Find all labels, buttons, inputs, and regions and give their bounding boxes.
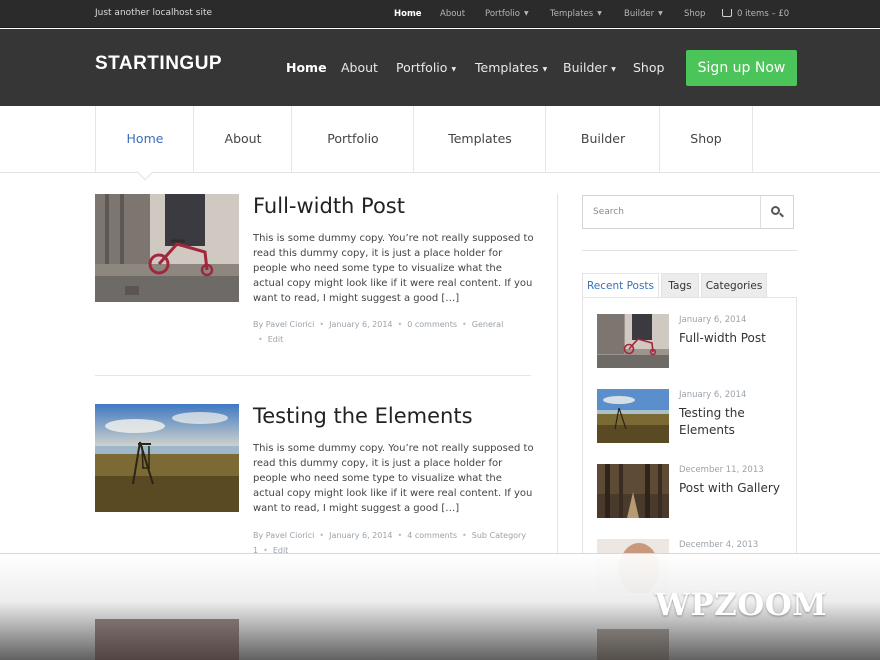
post-date[interactable]: January 6, 2014 <box>329 531 392 540</box>
recent-post-thumbnail[interactable] <box>597 389 669 443</box>
cart-link[interactable]: 0 items – £0 <box>722 9 789 19</box>
top-nav-portfolio-label: Portfolio <box>485 9 520 19</box>
secondary-menu: Home About Portfolio Templates Builder S… <box>0 106 880 173</box>
recent-post-title[interactable]: Full-width Post <box>679 330 789 347</box>
post-meta: By Pavel Ciorici • January 6, 2014 • 0 comme… <box>253 317 535 347</box>
post-excerpt: This is some dummy copy. You’re not real… <box>253 443 534 514</box>
tricycle-image <box>95 194 239 302</box>
signup-button[interactable]: Sign up Now <box>686 50 797 86</box>
tab-categories[interactable]: Categories <box>701 273 767 298</box>
recent-post-date: December 11, 2013 <box>679 465 764 475</box>
main-nav-home[interactable]: Home <box>286 60 327 75</box>
main-nav-builder-label: Builder <box>563 60 608 75</box>
recent-post-thumbnail[interactable] <box>597 314 669 368</box>
secondary-menu-templates[interactable]: Templates <box>413 106 546 172</box>
recent-post-title[interactable]: Testing the Elements <box>679 405 789 439</box>
search-icon-handle <box>779 212 784 218</box>
lakeside-image <box>597 389 669 443</box>
recent-post-thumbnail[interactable] <box>597 464 669 518</box>
caret-down-icon: ▼ <box>451 66 457 73</box>
recent-post-date: January 6, 2014 <box>679 315 747 325</box>
secondary-menu-shop[interactable]: Shop <box>659 106 753 172</box>
faded-thumbnail <box>597 629 669 660</box>
post-title[interactable]: Testing the Elements <box>253 404 473 428</box>
sidebar-divider <box>582 250 797 251</box>
caret-down-icon: ▼ <box>611 66 616 73</box>
caret-down-icon: ▼ <box>597 10 602 17</box>
top-nav-templates[interactable]: Templates ▼ <box>550 9 602 19</box>
tab-recent-posts[interactable]: Recent Posts <box>582 273 659 298</box>
main-nav-templates-label: Templates <box>475 60 539 75</box>
recent-post-title[interactable]: Post with Gallery <box>679 480 789 497</box>
content-sidebar-divider <box>557 194 558 594</box>
search-input[interactable] <box>583 196 761 228</box>
wpzoom-watermark: WPZOOM <box>655 587 828 623</box>
main-nav-builder[interactable]: Builder ▼ <box>563 60 616 75</box>
separator-dot: • <box>397 320 403 329</box>
separator-dot: • <box>258 335 263 344</box>
secondary-menu-about[interactable]: About <box>193 106 292 172</box>
top-nav-shop[interactable]: Shop <box>684 9 705 19</box>
separator-dot: • <box>462 320 467 329</box>
main-nav-portfolio-label: Portfolio <box>396 60 448 75</box>
top-nav-home[interactable]: Home <box>394 9 422 19</box>
post-title[interactable]: Full-width Post <box>253 194 405 218</box>
top-nav-templates-label: Templates <box>550 9 594 19</box>
caret-down-icon: ▼ <box>658 10 663 17</box>
post-comments[interactable]: 0 comments <box>407 320 457 329</box>
cart-icon <box>722 9 732 17</box>
main-nav-about[interactable]: About <box>341 60 378 75</box>
faded-thumbnail <box>95 619 239 660</box>
post-excerpt: This is some dummy copy. You’re not real… <box>253 233 534 304</box>
secondary-menu-builder[interactable]: Builder <box>545 106 660 172</box>
cart-summary: 0 items – £0 <box>737 9 790 19</box>
post-divider <box>95 375 531 376</box>
secondary-menu-portfolio[interactable]: Portfolio <box>291 106 414 172</box>
caret-down-icon: ▼ <box>523 10 529 17</box>
lakeside-image <box>95 404 239 512</box>
top-utility-bar: Just another localhost site Home About P… <box>0 0 880 28</box>
search-button[interactable] <box>760 196 793 228</box>
main-nav-templates[interactable]: Templates ▼ <box>475 60 547 75</box>
separator-dot: • <box>319 531 325 540</box>
site-tagline: Just another localhost site <box>95 8 213 18</box>
post-author[interactable]: By Pavel Ciorici <box>253 531 314 540</box>
post-author[interactable]: By Pavel Ciorici <box>253 320 314 329</box>
post-thumbnail[interactable] <box>95 404 239 512</box>
post-thumbnail[interactable] <box>95 194 239 302</box>
separator-dot: • <box>397 531 403 540</box>
post-date[interactable]: January 6, 2014 <box>329 320 392 329</box>
post-category[interactable]: General <box>472 320 504 329</box>
recent-post-date: December 4, 2013 <box>679 540 759 550</box>
main-nav-shop[interactable]: Shop <box>633 60 664 75</box>
forest-image <box>597 464 669 518</box>
tricycle-image <box>597 314 669 368</box>
top-nav-builder[interactable]: Builder ▼ <box>624 9 663 19</box>
separator-dot: • <box>462 531 467 540</box>
main-nav-portfolio[interactable]: Portfolio ▼ <box>396 60 456 75</box>
separator-dot: • <box>319 320 325 329</box>
post-comments[interactable]: 4 comments <box>407 531 457 540</box>
site-logo[interactable]: STARTINGUP <box>95 53 222 75</box>
top-nav-portfolio[interactable]: Portfolio ▼ <box>485 9 529 19</box>
recent-post-date: January 6, 2014 <box>679 390 747 400</box>
caret-down-icon: ▼ <box>542 66 548 73</box>
search-box <box>582 195 794 229</box>
site-header: STARTINGUP Home About Portfolio ▼ Templat… <box>0 29 880 106</box>
tab-tags[interactable]: Tags <box>661 273 699 298</box>
top-nav-builder-label: Builder <box>624 9 655 19</box>
post-edit-link[interactable]: Edit <box>268 335 284 344</box>
top-nav-about[interactable]: About <box>440 9 465 19</box>
